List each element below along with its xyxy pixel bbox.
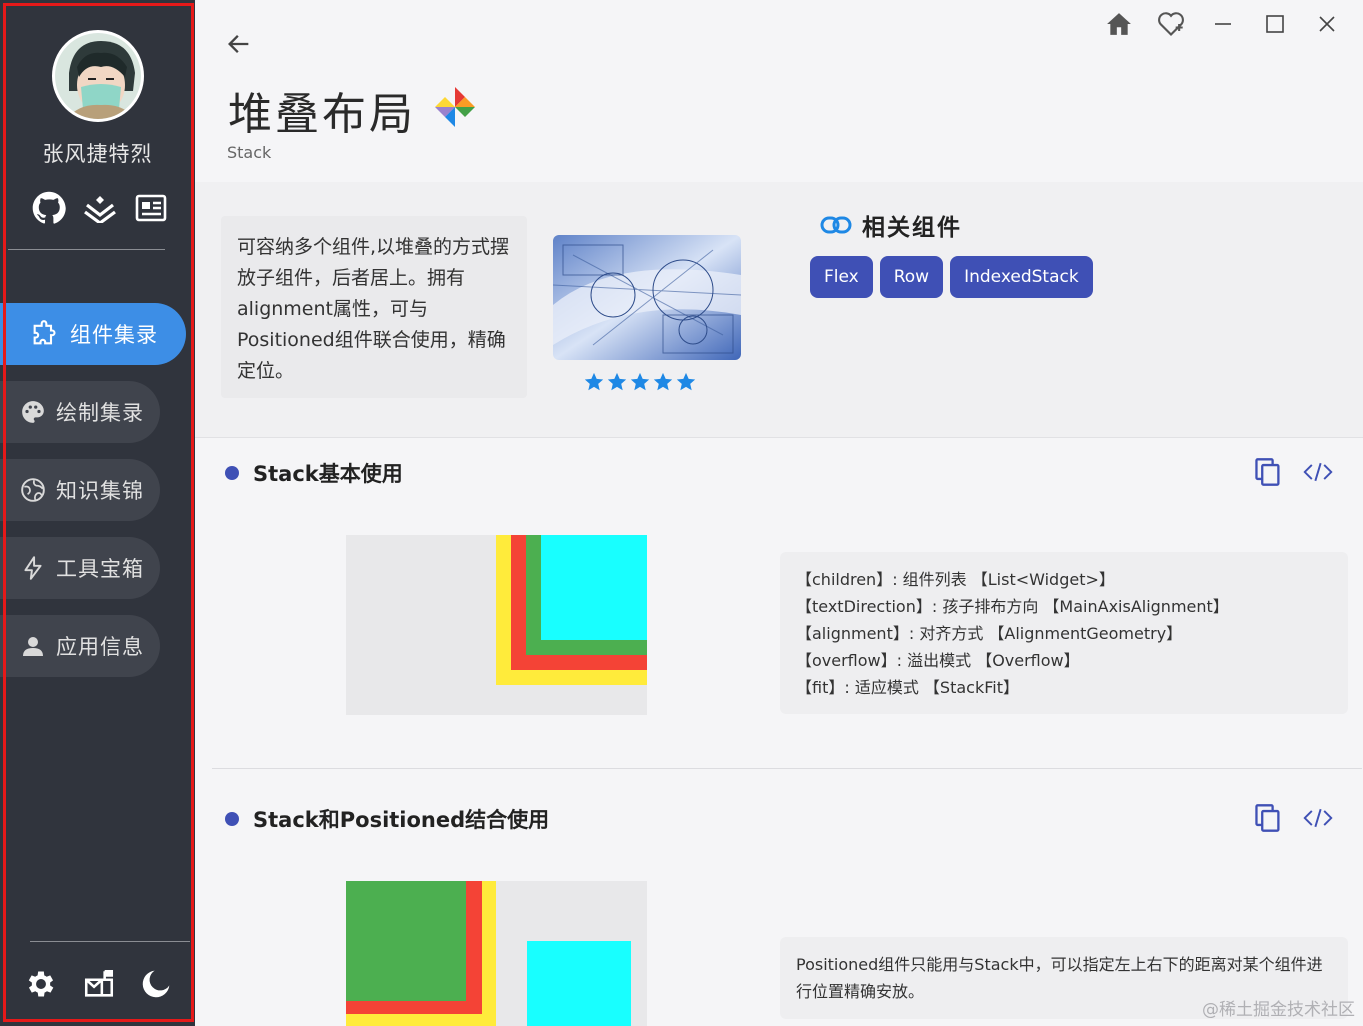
sidebar-item-label: 应用信息 [56, 635, 144, 659]
sidebar-item-widgets[interactable]: 组件集录 [0, 303, 186, 365]
sidebar-footer [24, 966, 172, 1006]
main-content: 堆叠布局 Stack 可容纳多个组件,以堆叠的方式摆放子组件，后者居上。拥有al… [195, 0, 1363, 1026]
props-card: 【children】: 组件列表 【List<Widget>】 【textDir… [780, 552, 1348, 714]
section-divider [212, 768, 1362, 769]
star-icon [653, 372, 673, 391]
prop-line: 【fit】: 适应模式 【StackFit】 [796, 678, 1019, 697]
maximize-icon[interactable] [1249, 8, 1301, 40]
palette-icon [19, 398, 47, 426]
home-icon[interactable] [1093, 8, 1145, 40]
sidebar-item-label: 绘制集录 [56, 401, 144, 425]
globe-icon [19, 476, 47, 504]
section-tools [1253, 802, 1333, 834]
star-icon [676, 372, 696, 391]
window-controls [1093, 8, 1353, 40]
section-title: Stack基本使用 [253, 462, 403, 486]
section-header: Stack基本使用 [225, 458, 403, 488]
star-icon [607, 372, 627, 391]
widget-thumbnail [553, 235, 741, 360]
lightning-icon [19, 554, 47, 582]
rating-stars [583, 371, 697, 393]
star-icon [630, 372, 650, 391]
copy-icon[interactable] [1253, 802, 1283, 834]
section-title: Stack和Positioned结合使用 [253, 808, 550, 832]
prop-line: 【alignment】: 对齐方式 【AlignmentGeometry】 [796, 624, 1183, 643]
sidebar-item-tools[interactable]: 工具宝箱 [0, 537, 160, 599]
watermark: @稀土掘金技术社区 [1202, 1000, 1355, 1020]
avatar[interactable] [52, 30, 144, 122]
pinwheel-icon [431, 83, 479, 131]
section-header: Stack和Positioned结合使用 [225, 804, 549, 834]
close-icon[interactable] [1301, 8, 1353, 40]
copy-icon[interactable] [1253, 456, 1283, 488]
section-tools [1253, 456, 1333, 488]
page-title: 堆叠布局 [228, 89, 416, 140]
section-bullet [225, 812, 239, 826]
sidebar-item-label: 组件集录 [70, 323, 158, 347]
back-button[interactable] [223, 28, 255, 60]
sidebar-item-app-info[interactable]: 应用信息 [0, 615, 160, 677]
person-icon [19, 632, 47, 660]
related-chip-row[interactable]: Row [879, 256, 944, 298]
sidebar-item-knowledge[interactable]: 知识集锦 [0, 459, 160, 521]
related-chip-flex[interactable]: Flex [810, 256, 873, 298]
favorite-icon[interactable] [1145, 8, 1197, 40]
link-icon [820, 215, 854, 235]
code-icon[interactable] [1303, 456, 1333, 488]
stack-demo-basic [346, 535, 647, 715]
github-icon[interactable] [30, 190, 68, 226]
sidebar: 张风捷特烈 组件集录 绘制集录 知识集锦 工具宝箱 应用信息 [0, 0, 195, 1026]
section-bullet [225, 466, 239, 480]
minimize-icon[interactable] [1197, 8, 1249, 40]
code-icon[interactable] [1303, 802, 1333, 834]
settings-icon[interactable] [24, 967, 58, 1005]
star-icon [584, 372, 604, 391]
related-title-text: 相关组件 [862, 215, 962, 241]
widget-description: 可容纳多个组件,以堆叠的方式摆放子组件，后者居上。拥有alignment属性，可… [221, 216, 527, 398]
sidebar-item-paint[interactable]: 绘制集录 [0, 381, 160, 443]
user-name: 张风捷特烈 [42, 142, 153, 166]
moon-icon[interactable] [140, 968, 172, 1004]
mailbox-icon[interactable] [82, 967, 116, 1005]
card-icon[interactable] [132, 190, 170, 226]
prop-line: 【textDirection】: 孩子排布方向 【MainAxisAlignme… [796, 597, 1229, 616]
page-subtitle: Stack [227, 143, 272, 162]
sidebar-item-label: 工具宝箱 [56, 557, 144, 581]
sidebar-item-label: 知识集锦 [56, 479, 144, 503]
sidebar-bottom-divider [30, 941, 190, 942]
social-links [30, 190, 170, 226]
related-chip-indexedstack[interactable]: IndexedStack [950, 256, 1093, 298]
cyan-box [541, 535, 647, 640]
prop-line: 【children】: 组件列表 【List<Widget>】 [796, 570, 1115, 589]
puzzle-icon [30, 320, 58, 348]
stack-demo-positioned [346, 881, 647, 1026]
widget-header-panel: 可容纳多个组件,以堆叠的方式摆放子组件，后者居上。拥有alignment属性，可… [195, 182, 1363, 438]
related-widgets-title: 相关组件 [820, 208, 962, 242]
juejin-icon[interactable] [81, 190, 119, 226]
green-box [346, 881, 466, 1001]
prop-line: 【overflow】: 溢出模式 【Overflow】 [796, 651, 1080, 670]
related-widgets: Flex Row IndexedStack [810, 256, 1093, 298]
cyan-box [527, 941, 631, 1026]
sidebar-divider [8, 249, 165, 250]
